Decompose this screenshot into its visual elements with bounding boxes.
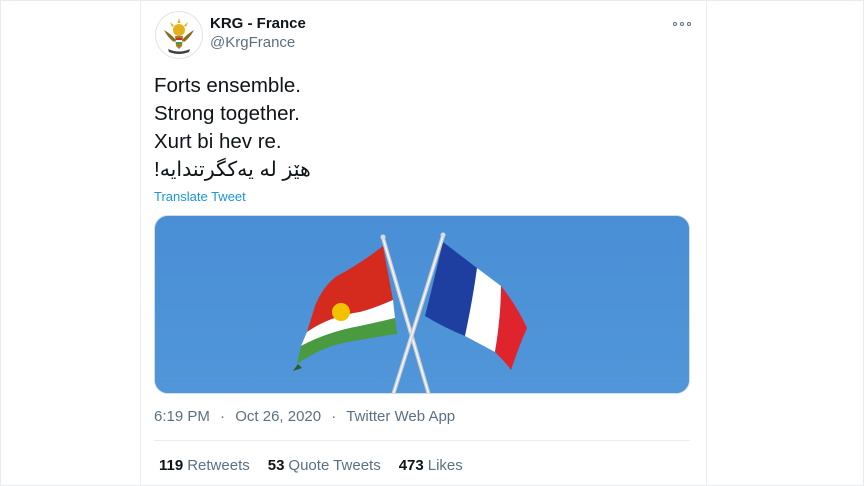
engagement-stats: 119 Retweets 53 Quote Tweets 473 Likes — [159, 457, 463, 474]
tweet-line: هێز له یەکگرتندایە! — [154, 158, 311, 181]
tweet-line: Xurt bi hev re. — [154, 130, 282, 153]
likes-stat[interactable]: 473 Likes — [399, 457, 463, 474]
divider — [154, 440, 690, 441]
dot — [673, 22, 677, 26]
tweet-media-image[interactable] — [154, 215, 690, 394]
retweets-label: Retweets — [187, 457, 250, 474]
dot — [687, 22, 691, 26]
display-name[interactable]: KRG - France — [210, 15, 306, 32]
retweets-count: 119 — [159, 457, 184, 474]
separator: · — [331, 408, 337, 425]
separator: · — [220, 408, 226, 425]
crossed-flags-image — [155, 216, 689, 393]
quotes-count: 53 — [267, 457, 285, 474]
dot — [680, 22, 684, 26]
tweet-date[interactable]: Oct 26, 2020 — [235, 408, 321, 425]
retweets-stat[interactable]: 119 Retweets — [159, 457, 250, 474]
likes-count: 473 — [398, 457, 424, 474]
more-horizontal-icon[interactable] — [673, 18, 691, 30]
quotes-label: Quote Tweets — [288, 457, 381, 474]
likes-label: Likes — [427, 457, 463, 474]
translate-tweet-link[interactable]: Translate Tweet — [154, 189, 246, 204]
avatar[interactable] — [155, 11, 203, 59]
tweet-time[interactable]: 6:19 PM — [154, 408, 210, 425]
tweet-line: Strong together. — [154, 102, 300, 125]
tweet-text: Forts ensemble. Strong together. Xurt bi… — [154, 72, 674, 184]
tweet-source-link[interactable]: Twitter Web App — [346, 408, 455, 425]
krg-emblem-icon — [157, 13, 201, 57]
tweet-timestamp: 6:19 PM · Oct 26, 2020 · Twitter Web App — [154, 408, 455, 425]
tweet-line: Forts ensemble. — [154, 74, 301, 97]
quote-tweets-stat[interactable]: 53 Quote Tweets — [268, 457, 381, 474]
user-handle[interactable]: @KrgFrance — [210, 34, 295, 51]
